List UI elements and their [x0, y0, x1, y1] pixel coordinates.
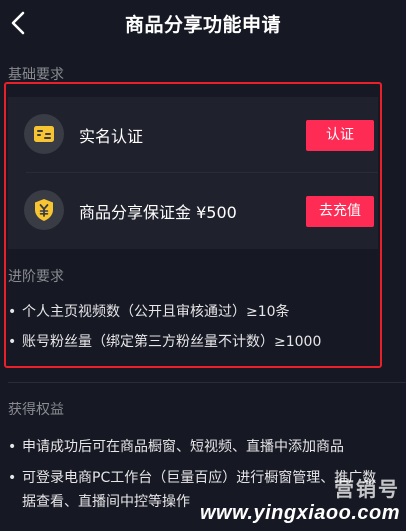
watermark: 营销号 www.yingxiaoo.com [200, 473, 400, 525]
bullet-text: 个人主页视频数（公开且审核通过）≥10条 [22, 304, 290, 320]
bullet-dot: • [8, 304, 17, 320]
watermark-logo: 营销号 [334, 477, 400, 501]
id-card-icon [24, 114, 64, 154]
bullet-text: 申请成功后可在商品橱窗、短视频、直播中添加商品 [22, 439, 344, 455]
section-label-advanced: 进阶要求 [8, 269, 64, 285]
basic-requirements-card: 实名认证 认证 商品分享保证金 ¥500 去充值 [8, 97, 378, 249]
list-item: • 申请成功后可在商品橱窗、短视频、直播中添加商品 [8, 435, 398, 459]
requirement-label: 实名认证 [79, 127, 144, 146]
section-label-basic: 基础要求 [8, 67, 64, 83]
requirement-row-real-name: 实名认证 认证 [8, 97, 378, 173]
page-title: 商品分享功能申请 [124, 14, 281, 36]
list-item: • 个人主页视频数（公开且审核通过）≥10条 [8, 300, 398, 324]
yuan-shield-icon [24, 190, 64, 230]
list-item: • 账号粉丝量（绑定第三方粉丝量不计数）≥1000 [8, 330, 398, 354]
nav-bar: 商品分享功能申请 [0, 0, 406, 48]
section-divider [8, 382, 406, 383]
verify-button[interactable]: 认证 [306, 120, 374, 151]
bullet-dot: • [8, 470, 17, 486]
requirement-row-deposit: 商品分享保证金 ¥500 去充值 [8, 173, 378, 249]
bullet-text: 账号粉丝量（绑定第三方粉丝量不计数）≥1000 [22, 334, 322, 350]
bullet-dot: • [8, 439, 17, 455]
bullet-dot: • [8, 334, 17, 350]
watermark-url: www.yingxiaoo.com [199, 502, 400, 524]
requirement-label: 商品分享保证金 ¥500 [79, 203, 237, 222]
section-label-benefits: 获得权益 [8, 402, 64, 418]
recharge-button[interactable]: 去充值 [306, 196, 374, 227]
